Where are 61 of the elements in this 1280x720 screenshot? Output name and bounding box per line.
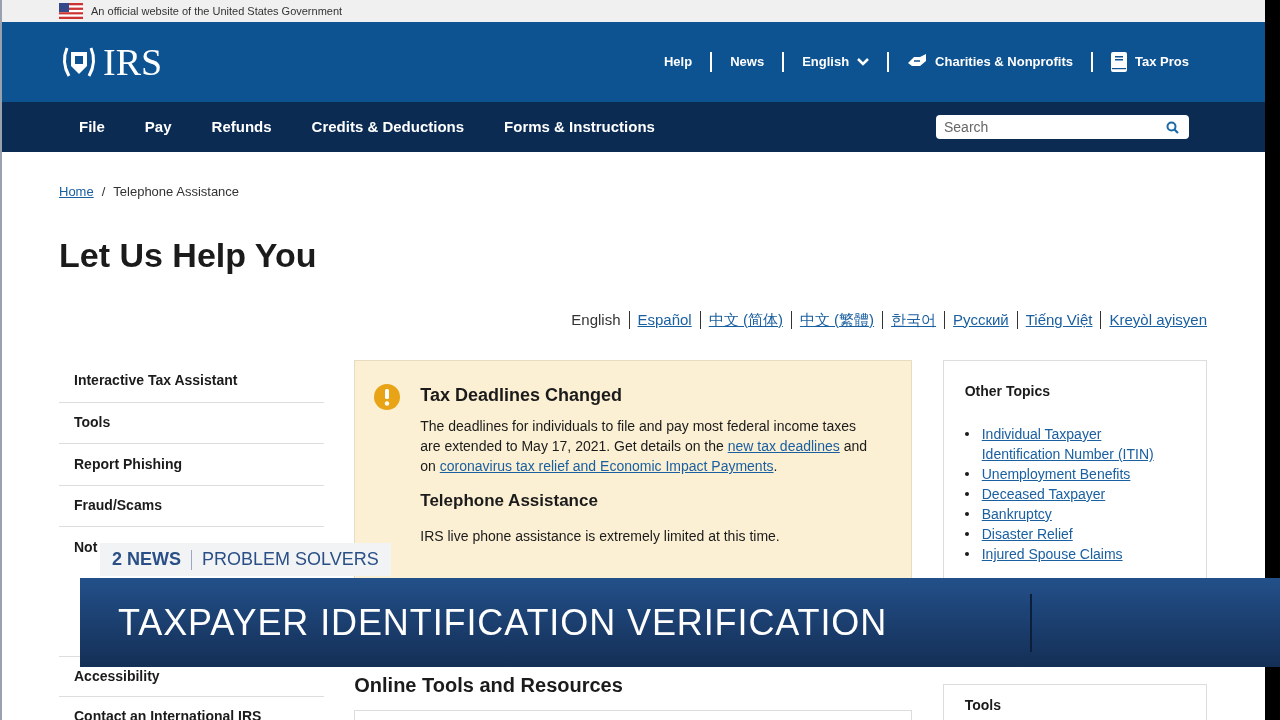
nav-link[interactable]: File: [79, 115, 105, 139]
book-icon: [1111, 52, 1128, 72]
breadcrumb-current: Telephone Assistance: [113, 183, 240, 202]
page-title: Let Us Help You: [59, 238, 318, 272]
topic-link[interactable]: Injured Spouse Claims: [981, 544, 1182, 564]
header-link[interactable]: Help: [664, 52, 693, 72]
sidebar-link[interactable]: Contact an International IRS: [74, 705, 262, 720]
sidebar-link[interactable]: Not: [74, 536, 98, 558]
language-link[interactable]: Kreyòl ayisyen: [1109, 308, 1207, 332]
text-link[interactable]: coronavirus tax relief and Economic Impact Payments: [439, 458, 774, 474]
header-link[interactable]: Tax Pros: [1111, 52, 1189, 72]
sidebar-link[interactable]: Report Phishing: [74, 453, 183, 475]
chevron-down-icon: [857, 58, 870, 66]
breadcrumb-link[interactable]: Home: [59, 182, 94, 202]
language-link[interactable]: Tiếng Việt: [1025, 308, 1093, 332]
bullet-icon: [964, 552, 969, 556]
sidebar-link[interactable]: Accessibility: [74, 665, 160, 687]
news-segment-label: PROBLEM SOLVERS: [202, 548, 379, 571]
language-link[interactable]: Русский: [953, 308, 1009, 332]
language-link[interactable]: English: [571, 308, 621, 332]
nav-link[interactable]: Credits & Deductions: [311, 115, 465, 139]
nav-link[interactable]: Forms & Instructions: [504, 115, 655, 139]
topic-link[interactable]: Deceased Taxpayer: [981, 484, 1182, 504]
irs-logo-text[interactable]: IRS: [103, 43, 163, 81]
header-link[interactable]: English: [802, 52, 870, 72]
language-link[interactable]: 中文 (简体): [708, 308, 783, 332]
search-field[interactable]: Search: [936, 115, 1189, 139]
bullet-icon: [964, 512, 969, 516]
topic-link[interactable]: Unemployment Benefits: [981, 464, 1182, 484]
header-link[interactable]: News: [730, 52, 765, 72]
language-link[interactable]: 中文 (繁體): [799, 308, 875, 332]
text-link[interactable]: new tax deadlines: [727, 438, 840, 454]
official-site-text: An official website of the United States Government: [91, 3, 343, 19]
alert-title: Tax Deadlines Changed: [420, 384, 623, 406]
flag-icon: [59, 3, 83, 19]
language-link[interactable]: 한국어: [891, 308, 937, 332]
sidebar-link[interactable]: Interactive Tax Assistant: [74, 370, 238, 392]
warning-icon: [374, 384, 401, 410]
alert-text: The deadlines for individuals to file and pay most federal income taxes are extended to May 17, 2021. Get details on the new tax deadlines and on coronavirus tax relief and Economic Impact Payments.: [420, 417, 869, 476]
nav-link[interactable]: Pay: [144, 115, 172, 139]
panel-title: Tools: [964, 696, 1003, 715]
section-heading: Online Tools and Resources: [354, 673, 624, 698]
nav-link[interactable]: Refunds: [211, 115, 272, 139]
breadcrumb-separator: /: [101, 183, 106, 202]
topic-link[interactable]: Bankruptcy: [981, 504, 1182, 524]
news-brand: 2 NEWS: [112, 548, 181, 571]
search-icon: [1166, 121, 1179, 134]
bullet-icon: [964, 492, 969, 496]
language-link[interactable]: Español: [637, 308, 692, 332]
bullet-icon: [964, 472, 969, 476]
sidebar-link[interactable]: Tools: [74, 412, 111, 434]
topic-link[interactable]: Disaster Relief: [981, 524, 1182, 544]
bullet-icon: [964, 432, 969, 436]
panel-title: Other Topics: [964, 382, 1052, 401]
topic-link[interactable]: Individual Taxpayer Identification Number (ITIN): [981, 424, 1182, 464]
bullet-icon: [964, 532, 969, 536]
news-headline: TAXPAYER IDENTIFICATION VERIFICATION: [118, 600, 888, 645]
header-link[interactable]: Charities & Nonprofits: [907, 52, 1074, 72]
alert-text: IRS live phone assistance is extremely limited at this time.: [420, 526, 781, 546]
alert-subtitle: Telephone Assistance: [420, 490, 599, 512]
sidebar-link[interactable]: Fraud/Scams: [74, 495, 162, 517]
